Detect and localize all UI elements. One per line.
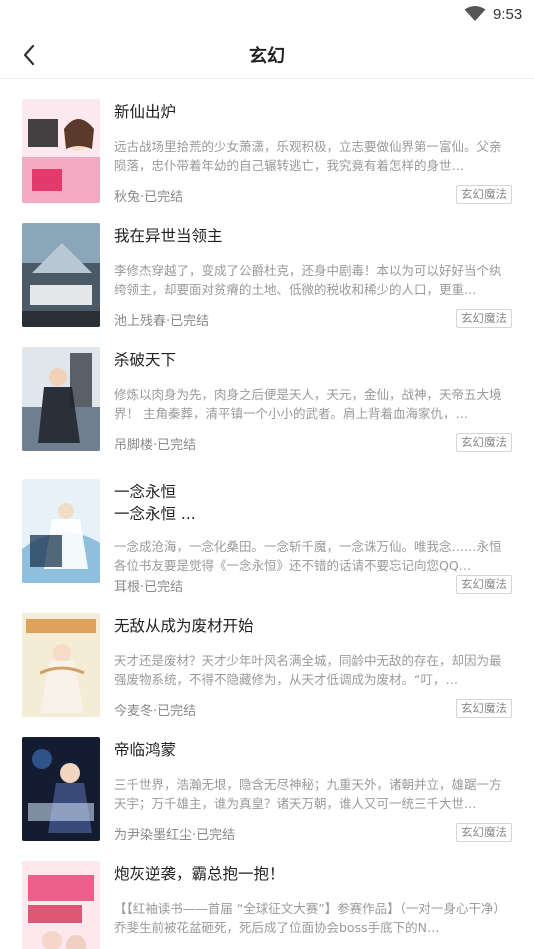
genre-tag: 玄幻魔法 [456, 309, 512, 328]
book-title: 我在异世当领主 [114, 227, 223, 245]
book-title: 杀破天下 [114, 351, 177, 369]
book-cover-image [22, 479, 100, 583]
book-description: 远古战场里拾荒的少女萧潇，乐观积极，立志要做仙界第一富仙。父亲陨落，忠仆带着年幼… [114, 139, 502, 173]
book-cover-image [22, 99, 100, 203]
book-item[interactable]: 我在异世当领主 李修杰穿越了，变成了公爵杜克，还身中剧毒！本以为可以好好当个纨绔… [0, 223, 534, 347]
genre-tag: 玄幻魔法 [456, 185, 512, 204]
book-title: 新仙出炉 [114, 103, 177, 121]
book-author-status: 池上残春·已完结 [114, 314, 210, 329]
book-cover-image [22, 737, 100, 841]
book-cover-image [22, 861, 100, 949]
book-cover [22, 347, 100, 451]
book-author-status: 为尹染墨红尘·已完结 [114, 828, 236, 843]
book-author-status: 吊脚楼·已完结 [114, 438, 197, 453]
genre-tag: 玄幻魔法 [456, 699, 512, 718]
book-item[interactable]: 一念永恒 一念永恒 ... 一念成沧海，一念化桑田。一念斩千魔，一念诛万仙。唯我… [0, 479, 534, 619]
book-item[interactable]: 帝临鸿蒙 三千世界，浩瀚无垠，隐含无尽神秘；九重天外，诸朝并立，雄踞一方天宇；万… [0, 737, 534, 861]
book-item[interactable]: 杀破天下 修炼以肉身为先，肉身之后便是天人，天元，金仙，战神，天帝五大境界！ 主… [0, 347, 534, 471]
book-title: 无敌从成为废材开始 [114, 617, 254, 635]
header-divider [0, 78, 534, 79]
book-item[interactable]: 新仙出炉 远古战场里拾荒的少女萧潇，乐观积极，立志要做仙界第一富仙。父亲陨落，忠… [0, 99, 534, 223]
genre-tag: 玄幻魔法 [456, 433, 512, 452]
book-description: 【【红袖读书——首届 “全球征文大赛”】参赛作品】（一对一身心干净）乔斐生前被花… [114, 901, 506, 935]
status-time: 9:53 [493, 6, 523, 23]
book-cover [22, 223, 100, 327]
status-bar: 9:53 [0, 0, 534, 30]
book-title: 帝临鸿蒙 [114, 741, 177, 759]
book-author-status: 耳根·已完结 [114, 580, 184, 595]
book-description: 修炼以肉身为先，肉身之后便是天人，天元，金仙，战神，天帝五大境界！ 主角秦葬，清… [114, 387, 502, 421]
page-title: 玄幻 [249, 46, 285, 67]
book-cover [22, 861, 100, 949]
genre-tag: 玄幻魔法 [456, 575, 512, 594]
book-cover [22, 737, 100, 841]
book-description: 一念成沧海，一念化桑田。一念斩千魔，一念诛万仙。唯我念……永恒 各位书友要是觉得… [114, 539, 502, 573]
book-title: 一念永恒 一念永恒 ... [114, 483, 196, 523]
book-description: 李修杰穿越了，变成了公爵杜克，还身中剧毒！本以为可以好好当个纨绔领主，却要面对贫… [114, 263, 502, 297]
book-cover-image [22, 223, 100, 327]
book-item[interactable]: 炮灰逆袭，霸总抱一抱！ 【【红袖读书——首届 “全球征文大赛”】参赛作品】（一对… [0, 861, 534, 949]
book-author-status: 秋兔·已完结 [114, 190, 184, 205]
book-title: 炮灰逆袭，霸总抱一抱！ [114, 865, 285, 883]
book-cover-image [22, 347, 100, 451]
book-cover [22, 479, 100, 583]
wifi-icon [464, 6, 486, 21]
book-cover-image [22, 613, 100, 717]
book-item[interactable]: 无敌从成为废材开始 天才还是废材？天才少年叶风名满全城，同龄中无敌的存在，却因为… [0, 613, 534, 737]
app-bar: 玄幻 [0, 30, 534, 78]
book-author-status: 今麦冬·已完结 [114, 704, 197, 719]
book-cover [22, 99, 100, 203]
book-cover [22, 613, 100, 717]
book-description: 三千世界，浩瀚无垠，隐含无尽神秘；九重天外，诸朝并立，雄踞一方天宇；万千雄主，谁… [114, 777, 502, 811]
book-description: 天才还是废材？天才少年叶风名满全城，同龄中无敌的存在，却因为最强废物系统，不得不… [114, 653, 502, 687]
genre-tag: 玄幻魔法 [456, 823, 512, 842]
